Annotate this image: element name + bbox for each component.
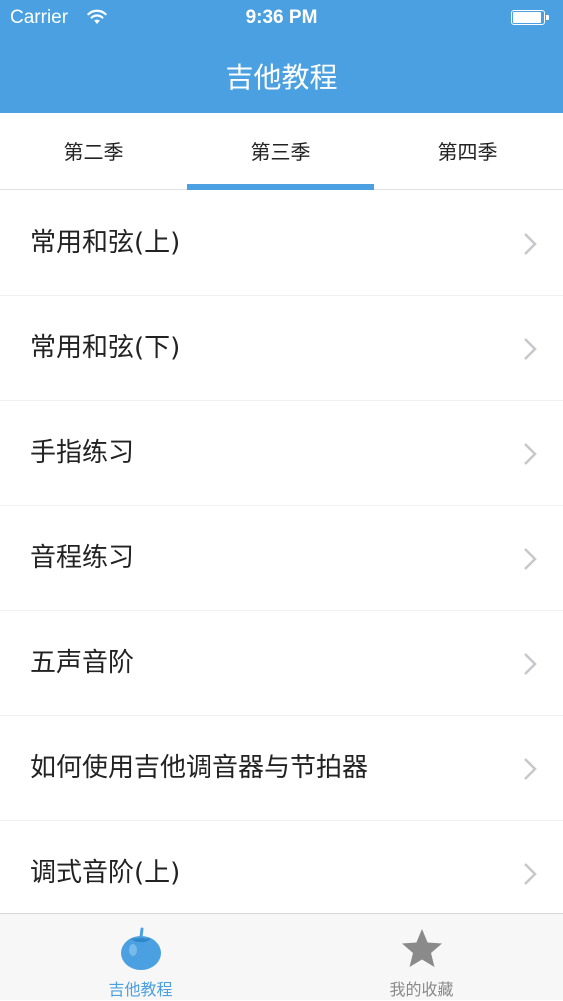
chevron-right-icon xyxy=(524,863,537,885)
lesson-title: 手指练习 xyxy=(30,438,135,468)
lesson-title: 如何使用吉他调音器与节拍器 xyxy=(30,753,369,783)
battery-icon xyxy=(511,10,549,25)
lesson-item[interactable]: 手指练习 xyxy=(0,401,563,505)
lesson-item[interactable]: 音程练习 xyxy=(0,506,563,610)
chevron-right-icon xyxy=(524,443,537,465)
tabbar-label: 吉他教程 xyxy=(108,980,173,999)
tab-season-4[interactable]: 第四季 xyxy=(374,113,561,190)
lesson-item[interactable]: 常用和弦(下) xyxy=(0,296,563,400)
bottom-tabbar: 吉他教程 我的收藏 xyxy=(0,913,563,1000)
lesson-title: 调式音阶(上) xyxy=(30,858,181,888)
tabbar-label: 我的收藏 xyxy=(389,980,454,999)
chevron-right-icon xyxy=(524,548,537,570)
lesson-title: 常用和弦(下) xyxy=(30,333,181,363)
tab-season-2[interactable]: 第二季 xyxy=(0,113,187,190)
tabbar-item-favorites[interactable]: 我的收藏 xyxy=(281,914,562,1001)
star-icon xyxy=(402,929,442,967)
season-tabs: 第二季 第三季 第四季 xyxy=(0,113,563,190)
status-time: 9:36 PM xyxy=(245,7,318,28)
lesson-item[interactable]: 常用和弦(上) xyxy=(0,191,563,295)
chevron-right-icon xyxy=(524,338,537,360)
tabbar-item-guitar-tutorial[interactable]: 吉他教程 xyxy=(0,914,281,1001)
lesson-title: 音程练习 xyxy=(30,543,135,573)
lesson-item[interactable]: 如何使用吉他调音器与节拍器 xyxy=(0,716,563,820)
lesson-item[interactable]: 调式音阶(上) xyxy=(0,821,563,913)
lesson-list[interactable]: 常用和弦(上) 常用和弦(下) 手指练习 音程练习 五声音阶 如何使用吉他调音器… xyxy=(0,191,563,913)
status-bar: Carrier 9:36 PM xyxy=(0,0,563,38)
chevron-right-icon xyxy=(524,653,537,675)
tab-indicator xyxy=(187,184,374,190)
lesson-title: 常用和弦(上) xyxy=(30,228,181,258)
tomato-icon xyxy=(121,927,161,970)
tab-season-3[interactable]: 第三季 xyxy=(187,113,374,190)
chevron-right-icon xyxy=(524,758,537,780)
lesson-title: 五声音阶 xyxy=(30,648,135,678)
chevron-right-icon xyxy=(524,233,537,255)
lesson-item[interactable]: 五声音阶 xyxy=(0,611,563,715)
header: Carrier 9:36 PM 吉他教程 xyxy=(0,0,563,113)
page-title: 吉他教程 xyxy=(225,61,338,94)
